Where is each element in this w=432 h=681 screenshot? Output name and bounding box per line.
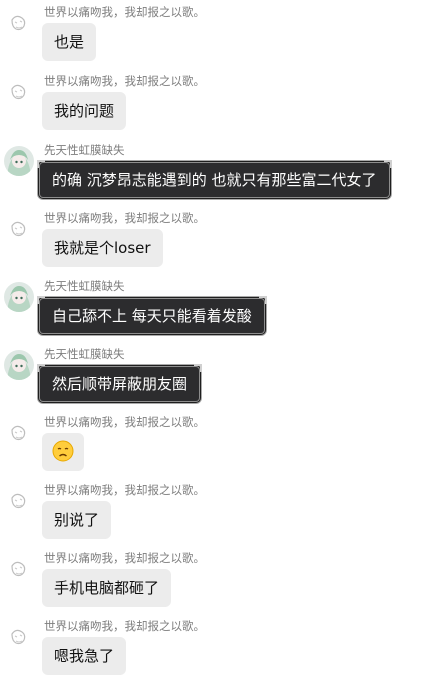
sender-name: 先天性虹膜缺失	[44, 143, 125, 157]
sketch-avatar-icon[interactable]	[4, 418, 34, 448]
message-bubble[interactable]: 然后顺带屏蔽朋友圈	[36, 364, 203, 401]
sender-name: 世界以痛吻我，我却报之以歌。	[44, 5, 205, 19]
sender-name: 先天性虹膜缺失	[44, 347, 125, 361]
sender-name: 世界以痛吻我，我却报之以歌。	[44, 551, 205, 565]
sketch-avatar-icon[interactable]	[4, 8, 34, 38]
anime-girl-avatar-icon[interactable]	[4, 146, 34, 176]
sketch-avatar-icon[interactable]	[4, 214, 34, 244]
sketch-avatar-icon[interactable]	[4, 554, 34, 584]
sketch-avatar-icon[interactable]	[4, 486, 34, 516]
sketch-avatar-icon[interactable]	[4, 77, 34, 107]
message-bubble[interactable]: 我就是个loser	[42, 229, 163, 267]
sender-name: 世界以痛吻我，我却报之以歌。	[44, 415, 205, 429]
sad-face-emoji-icon	[52, 440, 74, 462]
anime-girl-avatar-icon[interactable]	[4, 282, 34, 312]
message-bubble[interactable]: 手机电脑都砸了	[42, 569, 172, 607]
message-bubble[interactable]: 我的问题	[42, 92, 127, 130]
message-bubble[interactable]: 别说了	[42, 501, 112, 539]
sender-name: 世界以痛吻我，我却报之以歌。	[44, 211, 205, 225]
sender-name: 先天性虹膜缺失	[44, 279, 125, 293]
message-bubble[interactable]: 也是	[42, 23, 97, 61]
sender-name: 世界以痛吻我，我却报之以歌。	[44, 483, 205, 497]
sender-name: 世界以痛吻我，我却报之以歌。	[44, 74, 205, 88]
anime-girl-avatar-icon[interactable]	[4, 350, 34, 380]
message-bubble[interactable]: 自己舔不上 每天只能看着发酸	[37, 296, 267, 333]
sketch-avatar-icon[interactable]	[4, 622, 34, 652]
message-bubble[interactable]: 嗯我急了	[42, 637, 127, 675]
message-bubble[interactable]	[42, 433, 84, 471]
sender-name: 世界以痛吻我，我却报之以歌。	[44, 619, 205, 633]
message-bubble[interactable]: 的确 沉梦昂志能遇到的 也就只有那些富二代女了	[37, 160, 392, 197]
